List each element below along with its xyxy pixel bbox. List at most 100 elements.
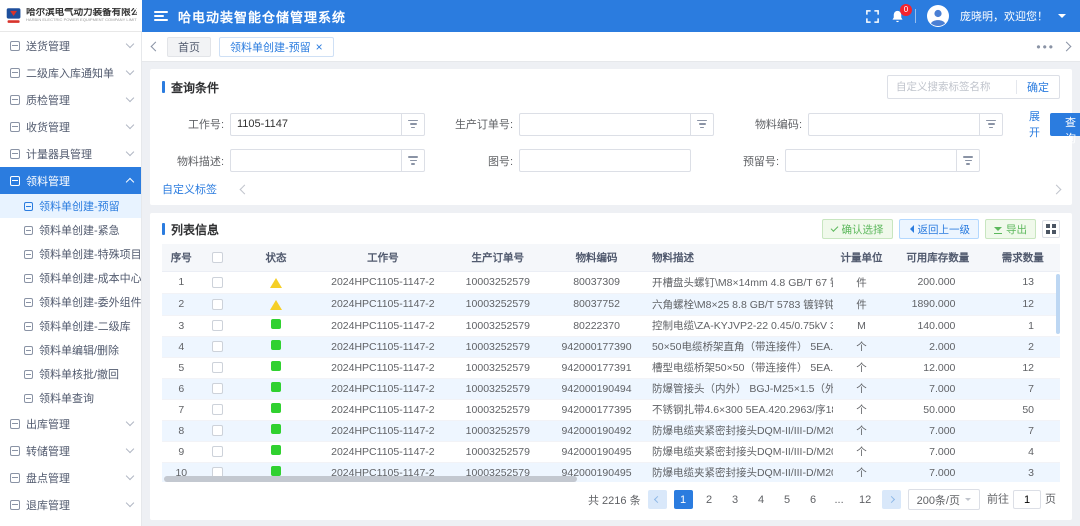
row-checkbox[interactable] xyxy=(212,383,223,394)
user-greeting[interactable]: 庞晓明，欢迎您！ xyxy=(960,8,1048,24)
filter-icon[interactable] xyxy=(957,149,980,172)
sidebar-subitem-5[interactable]: 领料单创建-二级库 xyxy=(0,314,141,338)
filter-icon[interactable] xyxy=(980,113,1003,136)
column-settings-icon[interactable] xyxy=(1042,220,1060,238)
page-button-3[interactable]: 3 xyxy=(726,490,745,509)
collapse-menu-icon[interactable] xyxy=(154,11,168,21)
row-checkbox[interactable] xyxy=(212,362,223,373)
table-row[interactable]: 52024HPC1105-1147-2100032525799420001773… xyxy=(162,357,1060,378)
sidebar-subitem-8[interactable]: 领料单查询 xyxy=(0,386,141,410)
col-header-1[interactable]: 状态 xyxy=(235,244,318,271)
sidebar-item-3[interactable]: 收货管理 xyxy=(0,113,141,140)
row-checkbox[interactable] xyxy=(212,425,223,436)
export-button[interactable]: 导出 xyxy=(985,219,1036,239)
page-button-6[interactable]: 6 xyxy=(804,490,823,509)
filter-icon[interactable] xyxy=(402,149,425,172)
col-header-8[interactable]: 需求数量 xyxy=(985,244,1060,271)
sidebar-item-2[interactable]: 质检管理 xyxy=(0,86,141,113)
page-button-2[interactable]: 2 xyxy=(700,490,719,509)
tabs-scroll-right-icon[interactable] xyxy=(1062,42,1072,52)
notification-bell-icon[interactable]: 0 xyxy=(890,9,905,24)
sidebar-item-6[interactable]: 出库管理 xyxy=(0,410,141,437)
query-field-input[interactable] xyxy=(230,113,402,136)
page-size-select[interactable]: 200条/页 xyxy=(908,489,980,510)
col-header-5[interactable]: 物料描述 xyxy=(646,244,833,271)
tab-1[interactable]: 领料单创建-预留× xyxy=(219,37,334,57)
next-page-button[interactable] xyxy=(882,490,901,509)
measuring-tool-icon xyxy=(10,149,20,159)
table-row[interactable]: 32024HPC1105-1147-21000325257980222370控制… xyxy=(162,315,1060,336)
query-field-input[interactable] xyxy=(519,113,691,136)
col-header-3[interactable]: 生产订单号 xyxy=(448,244,547,271)
avatar[interactable] xyxy=(926,4,950,28)
sidebar-item-7[interactable]: 转储管理 xyxy=(0,437,141,464)
filter-icon[interactable] xyxy=(402,113,425,136)
row-checkbox[interactable] xyxy=(212,341,223,352)
row-checkbox[interactable] xyxy=(212,446,223,457)
sidebar-item-1[interactable]: 二级库入库通知单 xyxy=(0,59,141,86)
sidebar-subitem-6[interactable]: 领料单编辑/删除 xyxy=(0,338,141,362)
user-menu-caret-icon[interactable] xyxy=(1058,14,1066,22)
query-field-input[interactable] xyxy=(808,113,980,136)
table-row[interactable]: 12024HPC1105-1147-21000325257980037309开槽… xyxy=(162,271,1060,293)
search-button[interactable]: 查 询 xyxy=(1050,113,1080,136)
col-header-7[interactable]: 可用库存数量 xyxy=(890,244,985,271)
sidebar-subitem-0[interactable]: 领料单创建-预留 xyxy=(0,194,141,218)
fullscreen-icon[interactable] xyxy=(865,9,880,24)
page-button-5[interactable]: 5 xyxy=(778,490,797,509)
page-button-4[interactable]: 4 xyxy=(752,490,771,509)
col-header-6[interactable]: 计量单位 xyxy=(833,244,890,271)
custom-tag-link[interactable]: 自定义标签 xyxy=(162,181,217,197)
sidebar-item-8[interactable]: 盘点管理 xyxy=(0,464,141,491)
col-header-4[interactable]: 物料编码 xyxy=(547,244,646,271)
close-icon[interactable]: × xyxy=(316,41,323,53)
inbound-notice-icon xyxy=(10,68,20,78)
row-checkbox[interactable] xyxy=(212,299,223,310)
page-button-12[interactable]: 12 xyxy=(856,490,875,509)
row-checkbox[interactable] xyxy=(212,277,223,288)
expand-button[interactable]: 展开 xyxy=(1029,108,1040,140)
back-to-parent-button[interactable]: 返回上一级 xyxy=(899,219,980,239)
query-field-input[interactable] xyxy=(785,149,957,172)
sidebar-item-9[interactable]: 退库管理 xyxy=(0,491,141,518)
sidebar-item-0[interactable]: 送货管理 xyxy=(0,32,141,59)
page-button-1[interactable]: 1 xyxy=(674,490,693,509)
table-row[interactable]: 42024HPC1105-1147-2100032525799420001773… xyxy=(162,336,1060,357)
query-field-input[interactable] xyxy=(230,149,402,172)
sidebar-subitem-1[interactable]: 领料单创建-紧急 xyxy=(0,218,141,242)
sidebar-item-4[interactable]: 计量器具管理 xyxy=(0,140,141,167)
cell-available-qty: 200.000 xyxy=(890,271,985,293)
table-row[interactable]: 72024HPC1105-1147-2100032525799420001773… xyxy=(162,399,1060,420)
cell-work-no: 2024HPC1105-1147-2 xyxy=(317,315,448,336)
table-row[interactable]: 92024HPC1105-1147-2100032525799420001904… xyxy=(162,441,1060,462)
cell-order-no: 10003252579 xyxy=(448,441,547,462)
goto-page-input[interactable] xyxy=(1013,490,1041,509)
tag-search-confirm-button[interactable]: 确定 xyxy=(1017,79,1059,95)
horizontal-scrollbar[interactable] xyxy=(164,476,577,482)
col-header-2[interactable]: 工作号 xyxy=(317,244,448,271)
tabs-scroll-left-icon[interactable] xyxy=(151,42,161,52)
filter-icon[interactable] xyxy=(691,113,714,136)
select-all-checkbox[interactable] xyxy=(212,252,223,263)
sidebar-item-5[interactable]: 领料管理 xyxy=(0,167,141,194)
row-checkbox[interactable] xyxy=(212,404,223,415)
tags-scroll-right-icon[interactable] xyxy=(1052,184,1062,194)
table-row[interactable]: 22024HPC1105-1147-21000325257980037752六角… xyxy=(162,293,1060,315)
sidebar-subitem-2[interactable]: 领料单创建-特殊项目 xyxy=(0,242,141,266)
table-row[interactable]: 82024HPC1105-1147-2100032525799420001904… xyxy=(162,420,1060,441)
row-checkbox[interactable] xyxy=(212,320,223,331)
prev-page-button[interactable] xyxy=(648,490,667,509)
confirm-selection-button[interactable]: 确认选择 xyxy=(822,219,893,239)
cell-material-code: 80037309 xyxy=(547,271,646,293)
tab-0[interactable]: 首页 xyxy=(167,37,211,57)
query-field-input[interactable] xyxy=(519,149,691,172)
table-row[interactable]: 62024HPC1105-1147-2100032525799420001904… xyxy=(162,378,1060,399)
tags-scroll-left-icon[interactable] xyxy=(240,184,250,194)
vertical-scrollbar[interactable] xyxy=(1056,274,1060,334)
tag-search-input[interactable] xyxy=(888,81,1016,93)
sidebar-subitem-7[interactable]: 领料单核批/撤回 xyxy=(0,362,141,386)
sidebar-subitem-3[interactable]: 领料单创建-成本中心 xyxy=(0,266,141,290)
cell-demand-qty: 12 xyxy=(985,293,1060,315)
tabs-more-icon[interactable]: ••• xyxy=(1036,40,1055,54)
sidebar-subitem-4[interactable]: 领料单创建-委外组件 xyxy=(0,290,141,314)
